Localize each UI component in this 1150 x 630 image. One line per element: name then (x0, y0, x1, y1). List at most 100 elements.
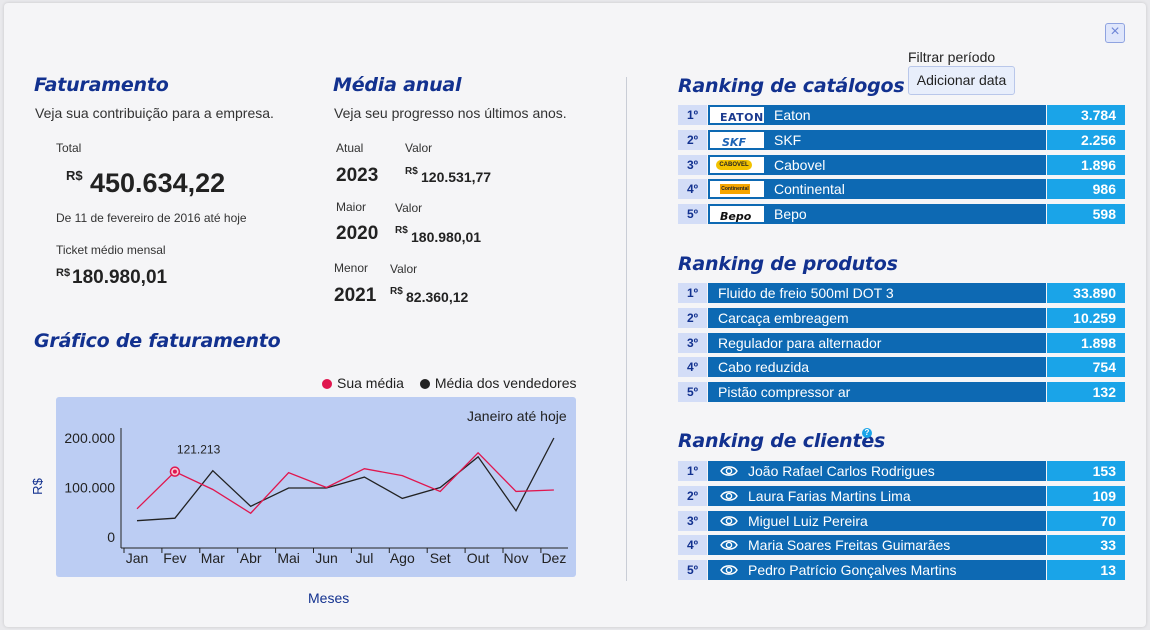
products-title: Ranking de produtos (678, 253, 898, 275)
y-tick-label: 0 (107, 529, 115, 545)
catalog-rank: 5º (678, 204, 707, 225)
product-row[interactable]: 3º Regulador para alternador 1.898 (678, 332, 1125, 353)
client-value: 70 (1047, 510, 1125, 531)
client-name-cell: Miguel Luiz Pereira (708, 510, 1046, 531)
client-rank: 3º (678, 510, 707, 531)
product-value: 1.898 (1047, 332, 1125, 353)
catalogs-title: Ranking de catálogos (678, 75, 905, 97)
product-value: 132 (1047, 382, 1125, 403)
x-tick-label: Abr (240, 550, 262, 566)
product-rank: 4º (678, 357, 707, 378)
client-row[interactable]: 3º Miguel Luiz Pereira 70 (678, 510, 1125, 531)
catalog-name-cell: SKF SKF (708, 129, 1046, 150)
x-tick-label: Jan (126, 550, 149, 566)
brand-logo-text: SKF (722, 135, 746, 149)
client-row[interactable]: 4º Maria Soares Freitas Guimarães 33 (678, 535, 1125, 556)
client-name-cell: Maria Soares Freitas Guimarães (708, 535, 1046, 556)
catalog-row[interactable]: 3º CABOVEL Cabovel 1.896 (678, 154, 1125, 175)
product-name-cell: Regulador para alternador (708, 332, 1046, 353)
catalog-name: Cabovel (774, 156, 826, 173)
product-row[interactable]: 5º Pistão compressor ar 132 (678, 382, 1125, 403)
brand-logo: Continental (710, 181, 764, 198)
catalog-name-cell: EATON Eaton (708, 105, 1046, 125)
product-name: Fluido de freio 500ml DOT 3 (718, 285, 894, 301)
client-value: 13 (1047, 560, 1125, 581)
product-name: Carcaça embreagem (718, 309, 849, 326)
add-date-button[interactable]: Adicionar data (908, 66, 1015, 95)
client-name-cell: Laura Farias Martins Lima (708, 485, 1046, 506)
product-value: 754 (1047, 357, 1125, 378)
product-row[interactable]: 4º Cabo reduzida 754 (678, 357, 1125, 378)
x-tick-label: Nov (504, 550, 529, 566)
catalog-row[interactable]: 5º Bepo Bepo 598 (678, 204, 1125, 225)
product-rank: 2º (678, 307, 707, 328)
client-name: João Rafael Carlos Rodrigues (748, 463, 935, 479)
product-value: 10.259 (1047, 307, 1125, 328)
brand-logo: Bepo (710, 206, 764, 223)
catalog-name: Eaton (774, 107, 811, 123)
client-name-cell: João Rafael Carlos Rodrigues (708, 461, 1046, 481)
catalog-rank: 1º (678, 105, 707, 125)
product-name-cell: Fluido de freio 500ml DOT 3 (708, 283, 1046, 303)
catalog-name: Continental (774, 181, 845, 198)
eye-icon[interactable] (720, 464, 738, 478)
product-rank: 3º (678, 332, 707, 353)
help-icon[interactable]: ? (862, 428, 872, 438)
client-name: Maria Soares Freitas Guimarães (748, 537, 951, 554)
client-value: 109 (1047, 485, 1125, 506)
catalog-value: 598 (1047, 204, 1125, 225)
catalog-row[interactable]: 2º SKF SKF 2.256 (678, 129, 1125, 150)
product-name-cell: Cabo reduzida (708, 357, 1046, 378)
catalog-name: Bepo (774, 206, 807, 223)
client-name: Pedro Patrício Gonçalves Martins (748, 562, 957, 579)
product-name: Pistão compressor ar (718, 384, 851, 401)
x-tick-label: Mar (201, 550, 225, 566)
y-tick-label: 200.000 (64, 430, 115, 446)
client-row[interactable]: 2º Laura Farias Martins Lima 109 (678, 485, 1125, 506)
client-row[interactable]: 5º Pedro Patrício Gonçalves Martins 13 (678, 560, 1125, 581)
product-name-cell: Pistão compressor ar (708, 382, 1046, 403)
client-row[interactable]: 1º João Rafael Carlos Rodrigues 153 (678, 461, 1125, 481)
product-name-cell: Carcaça embreagem (708, 307, 1046, 328)
x-tick-label: Jul (355, 550, 373, 566)
y-tick-label: 100.000 (64, 480, 115, 496)
catalog-rank: 3º (678, 154, 707, 175)
brand-logo-text: Bepo (720, 210, 752, 224)
catalog-row[interactable]: 4º Continental Continental 986 (678, 179, 1125, 200)
product-rank: 5º (678, 382, 707, 403)
eye-icon[interactable] (720, 514, 738, 528)
client-name: Miguel Luiz Pereira (748, 512, 868, 529)
brand-logo-text: EATON (720, 111, 764, 124)
vertical-divider (626, 77, 627, 581)
filter-label: Filtrar período (908, 49, 996, 65)
client-rank: 4º (678, 535, 707, 556)
x-tick-label: Dez (541, 550, 566, 566)
product-name: Regulador para alternador (718, 334, 882, 351)
product-name: Cabo reduzida (718, 359, 810, 376)
client-rank: 1º (678, 461, 707, 481)
x-tick-label: Fev (163, 550, 186, 566)
brand-logo: CABOVEL (710, 156, 764, 173)
x-tick-label: Out (467, 550, 490, 566)
catalog-name: SKF (774, 131, 802, 148)
eye-icon[interactable] (720, 538, 738, 552)
catalog-value: 986 (1047, 179, 1125, 200)
eye-icon[interactable] (720, 563, 738, 577)
brand-logo: SKF (710, 131, 764, 149)
product-row[interactable]: 1º Fluido de freio 500ml DOT 3 33.890 (678, 283, 1125, 303)
x-tick-label: Ago (390, 550, 415, 566)
product-row[interactable]: 2º Carcaça embreagem 10.259 (678, 307, 1125, 328)
brand-logo: EATON (710, 107, 764, 124)
client-value: 153 (1047, 461, 1125, 481)
catalog-name-cell: CABOVEL Cabovel (708, 154, 1046, 175)
catalog-rank: 2º (678, 129, 707, 150)
client-name-cell: Pedro Patrício Gonçalves Martins (708, 560, 1046, 581)
x-tick-label: Mai (277, 550, 300, 566)
catalog-value: 2.256 (1047, 129, 1125, 150)
client-name: Laura Farias Martins Lima (748, 487, 911, 504)
catalog-rank: 4º (678, 179, 707, 200)
eye-icon[interactable] (720, 489, 738, 503)
client-rank: 2º (678, 485, 707, 506)
highlight-point (172, 469, 177, 474)
catalog-row[interactable]: 1º EATON Eaton 3.784 (678, 105, 1125, 125)
